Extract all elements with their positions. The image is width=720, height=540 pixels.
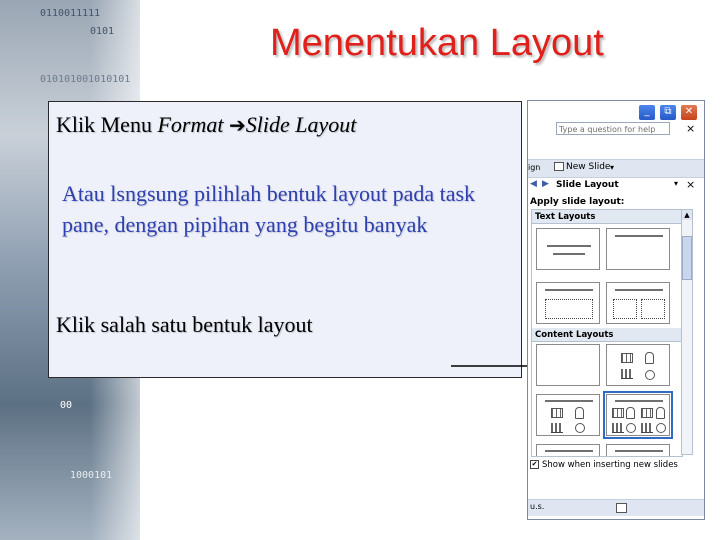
clipart-icon — [656, 423, 666, 433]
layout-title-content[interactable] — [536, 394, 600, 436]
back-arrow-icon[interactable]: ◀ — [530, 179, 537, 189]
layout-gallery: Text Layouts Content Layouts — [531, 209, 683, 457]
explanation-paragraph: Atau lsngsung pilihlah bentuk layout pad… — [62, 181, 476, 237]
apply-layout-label: Apply slide layout: — [530, 197, 625, 207]
new-slide-icon — [554, 162, 564, 171]
new-slide-label: New Slide — [566, 162, 611, 172]
layout-subtitle-bar — [553, 253, 585, 255]
content-box: Klik Menu Format ➔Slide Layout Atau lsng… — [48, 101, 554, 378]
menu-format: Format — [157, 112, 224, 137]
layout-text-placeholder — [545, 299, 593, 319]
table-icon — [612, 408, 624, 418]
menu-slide-layout: Slide Layout — [245, 112, 357, 137]
chart-icon — [641, 423, 653, 433]
binary-text-2: 0101 — [90, 26, 115, 37]
arrow-right-icon: ➔ — [228, 113, 246, 137]
table-icon — [641, 408, 653, 418]
chart-icon — [612, 423, 624, 433]
layout-title-only[interactable] — [606, 228, 670, 270]
binary-text-5: 1000101 — [70, 470, 113, 481]
layout-text-placeholder — [613, 299, 637, 319]
task-pane: _ ⧉ ✕ Type a question for help × ign New… — [527, 100, 705, 520]
table-icon — [621, 353, 633, 363]
task-pane-close-icon[interactable]: × — [686, 178, 695, 191]
layout-two-column-text[interactable] — [606, 282, 670, 324]
toolbar-clipped-text: ign — [528, 163, 541, 172]
toolbar-dropdown-icon[interactable]: ▾ — [610, 163, 614, 172]
layout-title-bar — [547, 245, 591, 247]
table-icon — [551, 408, 563, 418]
click-instruction: Klik salah satu bentuk layout — [56, 312, 313, 337]
layout-title-four-content[interactable] — [606, 444, 670, 456]
gallery-scrollbar[interactable]: ▲ — [681, 209, 693, 455]
help-close-icon[interactable]: × — [686, 122, 695, 135]
layout-text-placeholder — [641, 299, 665, 319]
person-icon — [645, 352, 654, 364]
show-when-inserting-label: Show when inserting new slides — [542, 460, 678, 470]
layout-title-two-content[interactable] — [536, 444, 600, 456]
binary-text-1: 0110011111 — [40, 8, 101, 19]
show-when-inserting-row[interactable]: ✔ Show when inserting new slides — [530, 460, 678, 470]
content-layouts-header: Content Layouts — [532, 328, 682, 342]
slide-title: Menentukan Layout — [270, 22, 604, 64]
footer-view-icon[interactable] — [616, 503, 627, 513]
layout-title-bar — [615, 235, 663, 237]
restore-button[interactable]: ⧉ — [659, 104, 677, 121]
window-controls: _ ⧉ ✕ — [638, 104, 698, 121]
help-search-input[interactable]: Type a question for help — [556, 122, 670, 135]
chart-icon — [621, 369, 633, 379]
forward-arrow-icon[interactable]: ▶ — [542, 179, 549, 189]
layout-title-text[interactable] — [536, 282, 600, 324]
layout-content[interactable] — [606, 344, 670, 386]
layout-title-slide[interactable] — [536, 228, 600, 270]
person-icon — [626, 407, 635, 419]
layout-title-bar — [545, 450, 593, 452]
new-slide-button[interactable]: New Slide — [554, 162, 610, 172]
layout-title-bar — [545, 289, 593, 291]
close-button[interactable]: ✕ — [680, 104, 698, 121]
show-when-inserting-checkbox[interactable]: ✔ — [530, 460, 539, 469]
layout-title-bar — [615, 289, 663, 291]
binary-text-3: 010101001010101 — [40, 74, 131, 85]
task-pane-header: ◀ ▶ Slide Layout ▾ × — [528, 178, 704, 193]
layout-title-bar — [615, 400, 663, 402]
task-pane-footer: u.s. — [528, 499, 704, 516]
minimize-button[interactable]: _ — [638, 104, 656, 121]
footer-clipped-text: u.s. — [530, 502, 545, 511]
clipart-icon — [626, 423, 636, 433]
scroll-thumb[interactable] — [682, 236, 692, 280]
menu-prefix: Klik Menu — [56, 112, 158, 137]
scroll-up-icon[interactable]: ▲ — [682, 210, 692, 220]
person-icon — [656, 407, 665, 419]
layout-blank[interactable] — [536, 344, 600, 386]
layout-title-bar — [615, 450, 663, 452]
task-pane-title: Slide Layout — [556, 180, 619, 190]
layout-two-content[interactable] — [603, 391, 673, 439]
toolbar: ign New Slide ▾ — [528, 159, 704, 178]
person-icon — [575, 407, 584, 419]
binary-text-4: 00 — [60, 400, 73, 411]
layout-title-bar — [545, 400, 593, 402]
task-pane-menu-icon[interactable]: ▾ — [674, 179, 678, 188]
menu-instruction: Klik Menu Format ➔Slide Layout — [56, 112, 356, 138]
clipart-icon — [575, 423, 585, 433]
chart-icon — [551, 423, 563, 433]
clipart-icon — [645, 370, 655, 380]
text-layouts-header: Text Layouts — [532, 210, 682, 224]
